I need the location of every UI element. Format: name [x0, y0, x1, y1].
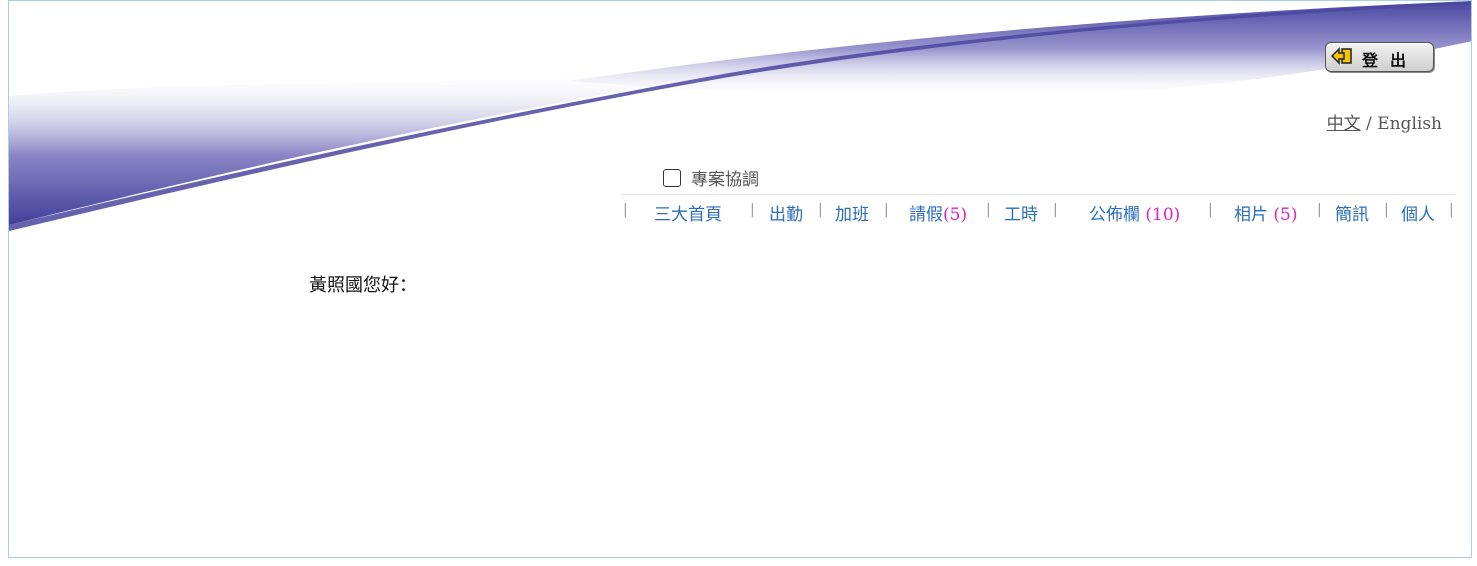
page-frame: 登出 中文 / English 專案協調 | 三大首頁 | 出勤 | 加班 | …	[8, 0, 1472, 558]
nav-item-messages[interactable]: 簡訊	[1335, 200, 1369, 225]
nav-item-personal[interactable]: 個人	[1401, 200, 1435, 225]
nav-separator: |	[1053, 202, 1058, 218]
photos-count-badge: (5)	[1273, 205, 1298, 225]
project-label: 專案協調	[691, 170, 759, 190]
nav-separator: |	[986, 202, 991, 218]
nav-separator: |	[1317, 202, 1322, 218]
nav-item-attendance[interactable]: 出勤	[769, 200, 803, 225]
lang-zh-link[interactable]: 中文	[1327, 114, 1361, 134]
lang-separator: /	[1360, 114, 1378, 134]
nav-item-leave[interactable]: 請假(5)	[909, 200, 967, 225]
nav-item-home[interactable]: 三大首頁	[654, 200, 722, 225]
nav-item-bulletin[interactable]: 公佈欄 (10)	[1089, 200, 1180, 225]
greeting-text: 黃照國您好：	[309, 275, 417, 296]
leave-count-badge: (5)	[943, 205, 968, 225]
nav-separator: |	[818, 202, 823, 218]
project-coordination-option[interactable]: 專案協調	[663, 165, 759, 190]
bulletin-count-badge: (10)	[1145, 205, 1181, 225]
project-checkbox[interactable]	[663, 168, 681, 187]
logout-button[interactable]: 登出	[1325, 42, 1434, 72]
nav-separator: |	[1384, 202, 1389, 218]
nav-divider	[621, 194, 1455, 195]
nav-separator: |	[1208, 202, 1213, 218]
nav-separator: |	[623, 202, 628, 218]
nav-separator: |	[884, 202, 889, 218]
logout-label: 登出	[1362, 51, 1419, 70]
language-switch: 中文 / English	[1327, 109, 1442, 134]
logout-arrow-icon	[1330, 47, 1352, 65]
nav-item-overtime[interactable]: 加班	[835, 200, 869, 225]
nav-item-photos[interactable]: 相片 (5)	[1234, 200, 1298, 225]
lang-en-link[interactable]: English	[1377, 114, 1442, 134]
nav-item-worktime[interactable]: 工時	[1004, 200, 1038, 225]
nav-separator: |	[1449, 202, 1454, 218]
nav-separator: |	[750, 202, 755, 218]
